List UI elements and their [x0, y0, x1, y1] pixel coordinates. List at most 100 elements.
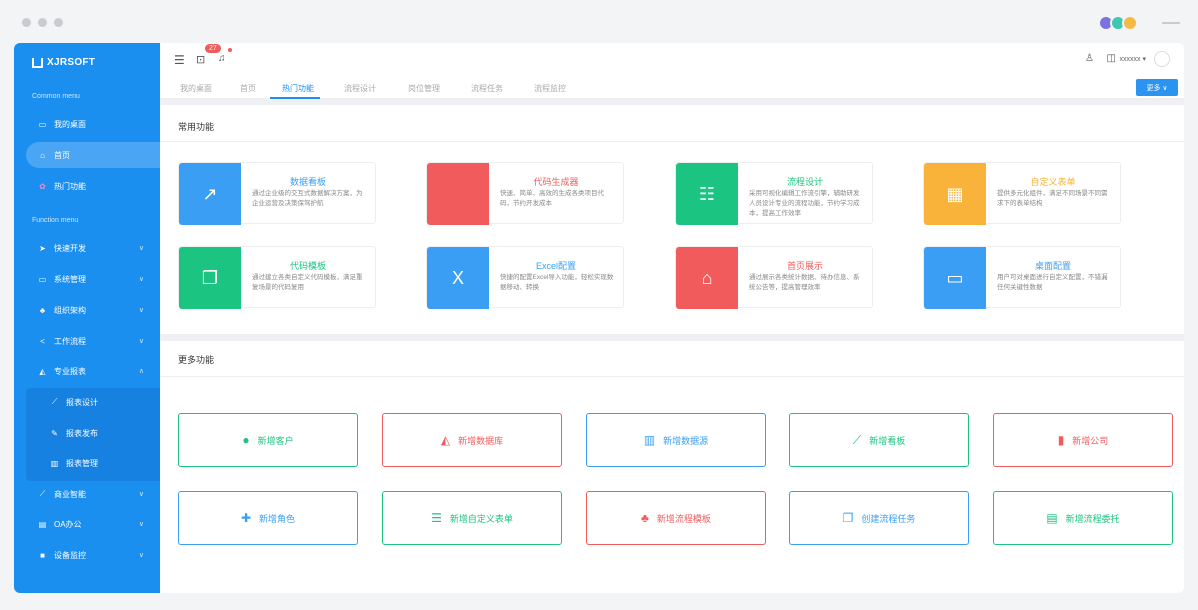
files-icon: ❐ [842, 511, 854, 525]
sidebar-item-label: 商业智能 [54, 489, 86, 499]
sidebar-item-system[interactable]: ▭ 系统管理 ∨ [14, 266, 160, 292]
quick-action-button[interactable]: ▮ 新增公司 [993, 413, 1173, 467]
quick-action-button[interactable]: ♣ 新增流程模板 [586, 491, 766, 545]
user-icon: ● [242, 433, 250, 447]
sidebar-item-hot[interactable]: ✿ 热门功能 [14, 173, 160, 199]
divider [160, 99, 1184, 105]
common-menu-label: Common menu [32, 93, 80, 100]
sidebar-item-oa[interactable]: ▤ OA办公 ∨ [14, 511, 160, 537]
screen-icon[interactable]: ◫ [1107, 53, 1116, 64]
card-title: 桌面配置 [1034, 261, 1071, 271]
card-desc: 通过展示各类统计数据、待办信息、系统公告等，提高管理效率 [749, 274, 860, 291]
feature-card[interactable]: ☷ 流程设计 采用可视化编辑工作流引擎，辅助研发人员设计专业的流程功能，节约学习成本… [675, 162, 873, 225]
monitor-icon: ▭ [38, 119, 47, 129]
quick-action-label: 新增自定义表单 [449, 513, 513, 524]
quick-action-button[interactable]: ◭ 新增数据库 [382, 413, 562, 467]
user-name[interactable]: xxxxxx ▾ [1120, 55, 1146, 63]
sidebar-item-desktop[interactable]: ▭ 我的桌面 [14, 111, 160, 137]
feature-card[interactable]: 代码生成器 快速、简单、高效的生成各类项目代码，节约开发成本 [426, 162, 624, 225]
sidebar-item-label: 热门功能 [54, 181, 86, 191]
line-chart-icon: ⟋ [39, 489, 46, 498]
chevron-down-icon: ∨ [138, 276, 144, 283]
tab-home[interactable]: 首页 [240, 83, 256, 94]
quick-action-label: 创建流程任务 [861, 513, 916, 524]
quick-action-button[interactable]: ⟋ 新增看板 [789, 413, 969, 467]
window-chrome [0, 0, 1198, 44]
function-menu-label: Function menu [32, 217, 79, 224]
hamburger-icon[interactable]: ☰ [174, 53, 185, 67]
monitor-icon: ▭ [924, 247, 986, 309]
bar-chart-icon: ▥ [50, 458, 59, 468]
notification-badge: 27 [205, 44, 221, 53]
sidebar-item-home[interactable]: ⌂ 首页 [26, 142, 160, 168]
file-icon: ▤ [1046, 511, 1058, 525]
sidebar-item-label: 报表管理 [66, 458, 98, 468]
tab-post[interactable]: 岗位管理 [408, 83, 440, 94]
share-icon: < [40, 336, 45, 346]
tab-flow-design[interactable]: 流程设计 [344, 83, 376, 94]
card-title: 首页展示 [786, 261, 823, 271]
card-desc: 快速、简单、高效的生成各类项目代码，节约开发成本 [500, 190, 604, 207]
list-icon: ☰ [431, 511, 442, 525]
chevron-down-icon: ∨ [138, 521, 144, 528]
quick-action-button[interactable]: ▥ 新增数据源 [586, 413, 766, 467]
sitemap-icon: ♣ [641, 511, 649, 525]
sidebar-item-quickdev[interactable]: ➤ 快速开发 ∨ [14, 235, 160, 261]
logo[interactable]: XJRSOFT [32, 57, 95, 68]
chevron-down-icon: ∨ [138, 245, 144, 252]
feature-card[interactable]: ↗ 数据看板 通过企业级的交互式数据解决方案，为企业运营及决策保驾护航 [178, 162, 376, 225]
pen-icon: ✎ [51, 428, 58, 438]
quick-action-label: 新增角色 [259, 513, 296, 524]
home-icon: ⌂ [40, 150, 45, 160]
sidebar-item-workflow[interactable]: < 工作流程 ∨ [14, 328, 160, 354]
feature-card[interactable]: ▦ 自定义表单 提供多元化组件，满足不同场景不同需求下的表单结构 [923, 162, 1121, 225]
camera-icon: ■ [40, 550, 45, 560]
feature-card[interactable]: ▭ 桌面配置 用户可对桌面进行自定义配置，不错漏任何关键性数据 [923, 246, 1121, 309]
sidebar-item-report-design[interactable]: ⟋ 报表设计 [14, 389, 160, 415]
quick-action-button[interactable]: ☰ 新增自定义表单 [382, 491, 562, 545]
tab-bar: 我的桌面 首页 热门功能 流程设计 岗位管理 流程任务 流程监控 更多 ∨ [160, 77, 1184, 99]
window-dot-icon [38, 18, 47, 27]
sidebar-item-org[interactable]: ♣ 组织架构 ∨ [14, 297, 160, 323]
copy-icon: ❐ [179, 247, 241, 309]
quick-action-button[interactable]: ▤ 新增流程委托 [993, 491, 1173, 545]
feature-card[interactable]: ⌂ 首页展示通过展示各类统计数据、待办信息、系统公告等，提高管理效率 [675, 246, 873, 309]
sidebar-item-label: 组织架构 [54, 305, 86, 315]
divider [160, 334, 1184, 341]
quick-action-label: 新增流程委托 [1065, 513, 1120, 524]
divider [160, 376, 1184, 377]
more-button[interactable]: 更多 ∨ [1136, 79, 1178, 96]
shirt-icon[interactable]: ♙ [1085, 53, 1094, 64]
chevron-down-icon: ∨ [138, 552, 144, 559]
quick-action-button[interactable]: ❐ 创建流程任务 [789, 491, 969, 545]
chevron-down-icon: ∨ [138, 491, 144, 498]
sidebar-item-report-publish[interactable]: ✎ 报表发布 [14, 420, 160, 446]
feature-card[interactable]: X Excel配置 快捷的配置Excel导入功能，轻松实现数据移动、转换 [426, 246, 624, 309]
form-icon: ▦ [924, 163, 986, 225]
house-icon: ⌂ [676, 247, 738, 309]
sidebar-item-bi[interactable]: ⟋ 商业智能 ∨ [14, 481, 160, 507]
bell-dot [228, 48, 232, 52]
org-icon: ♣ [39, 305, 46, 315]
card-desc: 快捷的配置Excel导入功能，轻松实现数据移动、转换 [500, 274, 614, 291]
quick-action-button[interactable]: ✚ 新增角色 [178, 491, 358, 545]
bell-icon[interactable]: ♫ [218, 53, 226, 64]
sidebar-item-monitor[interactable]: ■ 设备监控 ∨ [14, 542, 160, 568]
message-icon[interactable]: ⊡ [196, 53, 205, 66]
color-dots [1098, 15, 1138, 31]
tab-hot[interactable]: 热门功能 [282, 83, 314, 94]
feature-card[interactable]: ❐ 代码模板 通过建立各类自定义代码模板，满足重复场景的代码复用 [178, 246, 376, 309]
area-chart-icon: ◭ [39, 366, 46, 376]
card-title: 代码模板 [289, 261, 326, 271]
bar-chart-icon: ▥ [643, 433, 656, 447]
avatar[interactable] [1154, 51, 1170, 67]
sidebar-item-label: 快速开发 [54, 243, 86, 253]
sidebar-item-report-manage[interactable]: ▥ 报表管理 [14, 450, 160, 476]
app-window: XJRSOFT Common menu ▭ 我的桌面 ⌂ 首页 ✿ 热门功能 F… [14, 43, 1184, 593]
tab-flow-monitor[interactable]: 流程监控 [534, 83, 566, 94]
tab-desktop[interactable]: 我的桌面 [180, 83, 212, 94]
card-desc: 提供多元化组件，满足不同场景不同需求下的表单结构 [997, 190, 1108, 207]
quick-action-button[interactable]: ● 新增客户 [178, 413, 358, 467]
tab-flow-task[interactable]: 流程任务 [471, 83, 503, 94]
sidebar-item-reports[interactable]: ◭ 专业报表 ∧ [14, 358, 160, 384]
